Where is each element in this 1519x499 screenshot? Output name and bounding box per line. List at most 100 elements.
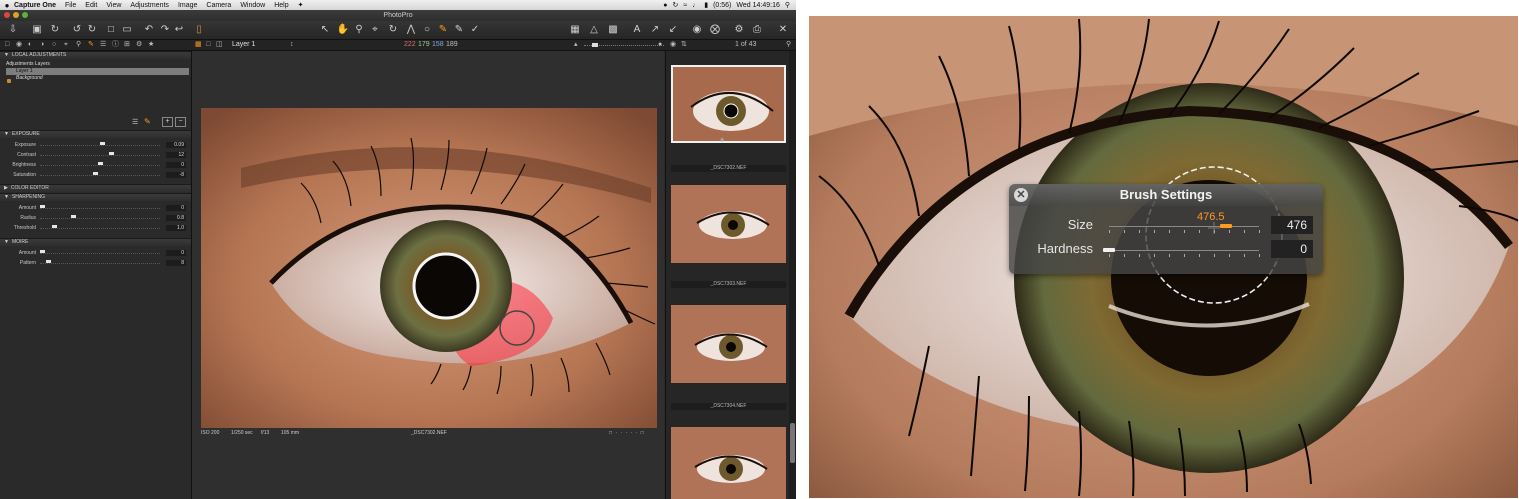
collapse-triangle-icon[interactable]: ▼ <box>4 131 9 137</box>
volume-icon[interactable]: ♩ <box>692 2 699 9</box>
apply-adjust-icon[interactable]: ↙ <box>666 23 680 36</box>
menu-edit[interactable]: Edit <box>85 2 97 9</box>
pointer-tool-icon[interactable]: ↖ <box>318 23 332 36</box>
person-icon[interactable]: ● <box>658 40 662 50</box>
user-icon[interactable]: ● <box>663 2 667 9</box>
print-icon[interactable]: ⎙ <box>750 23 764 36</box>
slider-track[interactable] <box>40 155 160 156</box>
overlay-icon[interactable]: ▩ <box>606 23 620 36</box>
slider-track[interactable] <box>40 218 160 219</box>
scrollbar-thumb[interactable] <box>790 423 795 463</box>
slider-track[interactable] <box>40 228 160 229</box>
menu-file[interactable]: File <box>65 2 76 9</box>
zoom-window-button[interactable] <box>22 12 28 18</box>
slider-thumb[interactable] <box>97 162 103 165</box>
spot-tool-icon[interactable]: ○ <box>420 23 434 36</box>
slider-value-field[interactable]: 8 <box>166 260 186 266</box>
crop-tool-icon[interactable]: ⌖ <box>368 23 382 36</box>
slider-row-threshold[interactable]: Threshold 1.0 <box>0 223 191 233</box>
collapse-triangle-icon[interactable]: ▼ <box>4 239 9 245</box>
menu-window[interactable]: Window <box>240 2 265 9</box>
menu-image[interactable]: Image <box>178 2 197 9</box>
layer-select-chevron-icon[interactable]: ↕ <box>290 40 294 50</box>
menu-view[interactable]: View <box>106 2 121 9</box>
slider-thumb[interactable] <box>40 250 45 253</box>
rotate-tool-icon[interactable]: ↻ <box>386 23 400 36</box>
browser-scrollbar[interactable] <box>789 51 796 499</box>
expand-triangle-icon[interactable]: ▶ <box>4 185 8 191</box>
layer-item-background[interactable]: Background <box>6 75 189 82</box>
script-icon[interactable]: ✦ <box>298 1 304 9</box>
slider-value-field[interactable]: 0.09 <box>166 142 186 148</box>
slider-row-amount[interactable]: Amount 0 <box>0 248 191 258</box>
menu-camera[interactable]: Camera <box>206 2 231 9</box>
slider-value-field[interactable]: 0 <box>166 162 186 168</box>
slider-thumb[interactable] <box>109 152 114 155</box>
mask-brush-icon[interactable]: ✎ <box>144 117 151 126</box>
spotlight-icon[interactable]: ⚲ <box>785 1 790 9</box>
battery-icon[interactable]: ▮ <box>704 1 708 9</box>
close-icon[interactable]: ✕ <box>1014 188 1028 202</box>
settings-icon[interactable]: ⚙ <box>732 23 746 36</box>
library-tab-icon[interactable]: □ <box>5 40 9 50</box>
pan-tool-icon[interactable]: ✋ <box>336 23 350 36</box>
slider-thumb[interactable] <box>99 142 105 145</box>
composition-tab-icon[interactable]: ⌖ <box>64 40 68 50</box>
minimize-window-button[interactable] <box>13 12 19 18</box>
slider-track[interactable] <box>40 208 160 209</box>
keystone-tool-icon[interactable]: ⋀ <box>404 23 418 36</box>
eye-icon[interactable]: ◉ <box>670 40 676 50</box>
add-layer-button[interactable]: + <box>162 117 173 127</box>
metadata-tab-icon[interactable]: ⓘ <box>112 40 119 50</box>
lens-tab-icon[interactable]: ○ <box>52 40 56 50</box>
tools-icon[interactable]: ✕ <box>776 23 790 36</box>
moire-header[interactable]: ▼ MOIRE <box>0 238 191 246</box>
rating-stars-icon[interactable]: □ · · · · · □ <box>609 429 645 437</box>
slider-row-amount[interactable]: Amount 0 <box>0 203 191 213</box>
collapse-triangle-icon[interactable]: ▼ <box>4 194 9 200</box>
slider-row-pattern[interactable]: Pattern 8 <box>0 258 191 268</box>
slider-value-field[interactable]: 1.0 <box>166 225 186 231</box>
rotate-left-icon[interactable]: ↺ <box>70 23 84 36</box>
menu-capture-one[interactable]: Capture One <box>14 2 56 9</box>
batch-tab-icon[interactable]: ⚙ <box>136 40 142 50</box>
import-icon[interactable]: ⇩ <box>6 23 20 36</box>
clock[interactable]: Wed 14:49:16 <box>736 2 779 9</box>
single-view-icon[interactable]: □ <box>206 40 210 50</box>
list-icon[interactable]: ☰ <box>132 118 138 126</box>
capture-tab-icon[interactable]: ◉ <box>16 40 22 50</box>
layer-item-layer-1[interactable]: Layer 1 <box>6 68 189 75</box>
hardness-slider[interactable] <box>1109 250 1259 251</box>
warning-icon[interactable]: △ <box>587 23 601 36</box>
slider-row-saturation[interactable]: Saturation -8 <box>0 170 191 180</box>
zoom-tool-icon[interactable]: ⚲ <box>352 23 366 36</box>
slider-row-exposure[interactable]: Exposure 0.09 <box>0 140 191 150</box>
slider-thumb[interactable] <box>92 172 98 175</box>
slider-track[interactable] <box>40 253 160 254</box>
slider-value-field[interactable]: 0.8 <box>166 215 186 221</box>
slider-value-field[interactable]: 0 <box>166 205 186 211</box>
slider-track[interactable] <box>40 165 160 166</box>
apple-icon[interactable]: ● <box>0 1 14 10</box>
adjustments-tab-icon[interactable]: ☰ <box>100 40 106 50</box>
redo-icon[interactable]: ↷ <box>158 23 172 36</box>
slider-thumb[interactable] <box>71 215 77 218</box>
tether-icon[interactable]: ⨂ <box>708 23 722 36</box>
color-tab-icon[interactable]: ◐ <box>28 40 32 50</box>
local-adjustments-header[interactable]: ▼ LOCAL ADJUSTMENTS <box>0 51 191 59</box>
search-icon[interactable]: ⚲ <box>786 40 791 50</box>
color-editor-header[interactable]: ▶ COLOR EDITOR <box>0 184 191 192</box>
quick-tab-icon[interactable]: ★ <box>148 40 154 50</box>
text-icon[interactable]: A <box>630 23 644 36</box>
thumbnail[interactable] <box>671 305 786 383</box>
slider-value-field[interactable]: 12 <box>166 152 186 158</box>
slider-track[interactable] <box>40 145 160 146</box>
size-slider[interactable] <box>1109 226 1259 227</box>
eraser-tool-icon[interactable]: ✎ <box>452 23 466 36</box>
thumbnail[interactable] <box>671 427 786 499</box>
close-window-button[interactable] <box>4 12 10 18</box>
slider-thumb[interactable] <box>45 260 51 263</box>
menu-help[interactable]: Help <box>274 2 288 9</box>
undo-icon[interactable]: ↶ <box>142 23 156 36</box>
thumbnail-selected[interactable] <box>671 65 786 143</box>
